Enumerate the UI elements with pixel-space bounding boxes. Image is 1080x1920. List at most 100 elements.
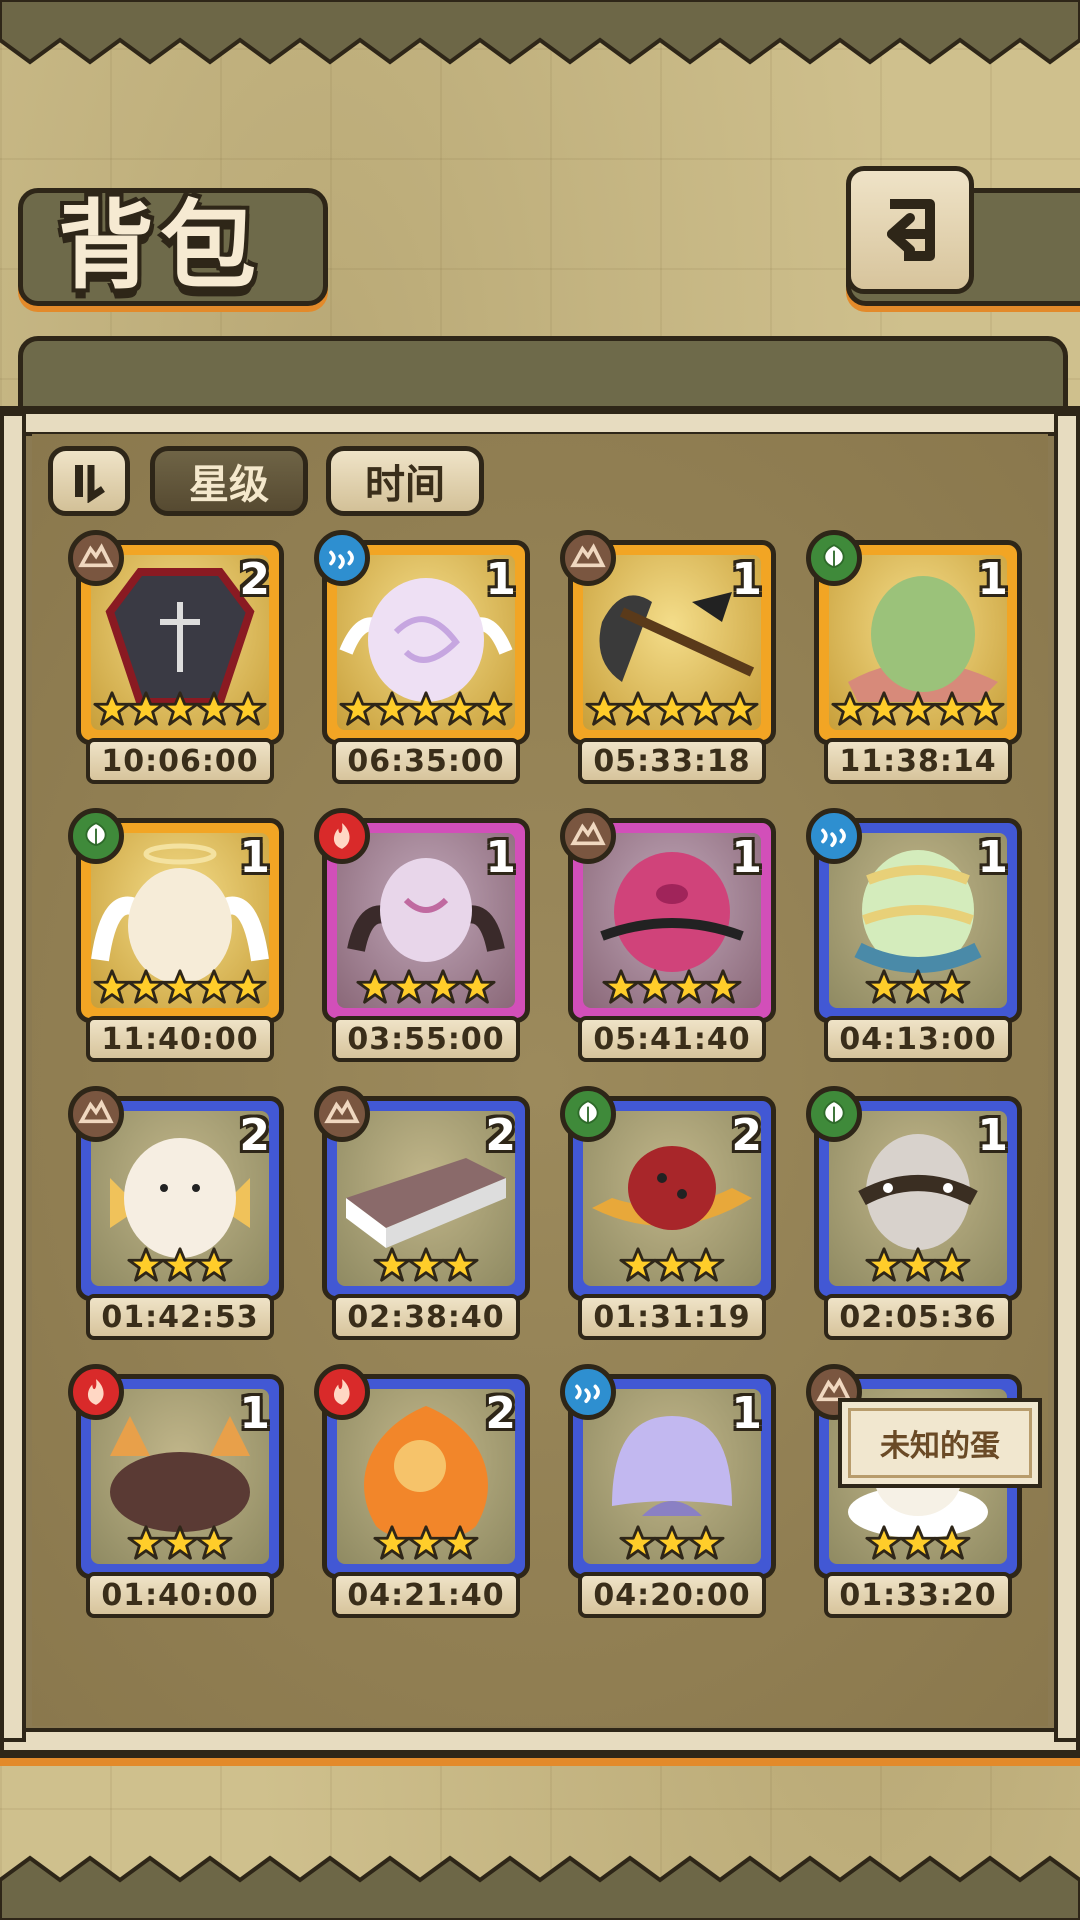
star-icon — [458, 969, 496, 1004]
star-icon — [899, 691, 937, 726]
star-icon — [93, 691, 131, 726]
inventory-item-card[interactable]: 1 11:38:14 — [806, 530, 1022, 784]
hatch-timer: 01:42:53 — [86, 1294, 274, 1340]
earth-element-icon — [68, 530, 124, 586]
panel-rail-top — [0, 410, 1080, 436]
hatch-timer: 02:05:36 — [824, 1294, 1012, 1340]
item-count: 1 — [731, 832, 762, 883]
star-rating — [76, 690, 284, 728]
star-icon — [229, 969, 267, 1004]
earth-element-icon — [68, 1086, 124, 1142]
star-icon — [424, 969, 462, 1004]
sort-order-button[interactable] — [48, 446, 130, 516]
star-icon — [721, 691, 759, 726]
hatch-timer: 04:21:40 — [332, 1572, 520, 1618]
star-icon — [127, 1525, 165, 1560]
panel-rail-right — [1054, 412, 1080, 1742]
water-element-icon — [560, 1364, 616, 1420]
star-icon — [602, 969, 640, 1004]
water-element-icon — [806, 808, 862, 864]
star-icon — [441, 691, 479, 726]
star-icon — [373, 1525, 411, 1560]
star-icon — [229, 691, 267, 726]
nature-element-icon — [68, 808, 124, 864]
star-rating — [76, 1524, 284, 1562]
star-icon — [127, 1247, 165, 1282]
star-rating — [76, 1246, 284, 1284]
star-icon — [93, 969, 131, 1004]
inventory-item-card[interactable]: 2 02:38:40 — [314, 1086, 530, 1340]
inventory-item-card[interactable]: 1 04:13:00 — [806, 808, 1022, 1062]
inventory-item-card[interactable]: 1 11:40:00 — [68, 808, 284, 1062]
star-icon — [407, 1525, 445, 1560]
inventory-item-card[interactable]: 1 01:40:00 — [68, 1364, 284, 1618]
inventory-item-card[interactable]: 1 03:55:00 — [314, 808, 530, 1062]
star-icon — [865, 1247, 903, 1282]
star-icon — [161, 691, 199, 726]
star-rating — [814, 1524, 1022, 1562]
star-icon — [933, 969, 971, 1004]
star-icon — [865, 969, 903, 1004]
fire-element-icon — [314, 808, 370, 864]
panel-rail-bottom — [0, 1728, 1080, 1754]
item-count: 2 — [239, 554, 270, 605]
star-icon — [865, 691, 903, 726]
star-icon — [339, 691, 377, 726]
star-rating — [568, 1246, 776, 1284]
tab-star-level[interactable]: 星级 — [150, 446, 308, 516]
back-button[interactable] — [846, 166, 974, 294]
star-icon — [619, 1525, 657, 1560]
inventory-item-card[interactable]: 1 05:33:18 — [560, 530, 776, 784]
star-rating — [322, 1524, 530, 1562]
hatch-timer: 01:31:19 — [578, 1294, 766, 1340]
star-icon — [653, 1525, 691, 1560]
star-icon — [195, 1247, 233, 1282]
star-rating — [568, 690, 776, 728]
fire-element-icon — [68, 1364, 124, 1420]
star-icon — [933, 1525, 971, 1560]
inventory-item-card[interactable]: 1 04:20:00 — [560, 1364, 776, 1618]
star-icon — [441, 1247, 479, 1282]
star-icon — [127, 969, 165, 1004]
item-count: 1 — [485, 554, 516, 605]
hatch-timer: 02:38:40 — [332, 1294, 520, 1340]
inventory-item-card[interactable]: 1 05:41:40 — [560, 808, 776, 1062]
hatch-timer: 01:40:00 — [86, 1572, 274, 1618]
sort-toggle-icon — [75, 465, 105, 503]
star-icon — [161, 969, 199, 1004]
inventory-item-card[interactable]: 1 02:05:36 — [806, 1086, 1022, 1340]
star-icon — [390, 969, 428, 1004]
item-count: 2 — [731, 1110, 762, 1161]
item-count: 1 — [731, 554, 762, 605]
star-rating — [322, 968, 530, 1006]
star-icon — [407, 1247, 445, 1282]
star-icon — [356, 969, 394, 1004]
inventory-item-card[interactable]: 2 04:21:40 — [314, 1364, 530, 1618]
star-icon — [933, 1247, 971, 1282]
nature-element-icon — [806, 1086, 862, 1142]
star-icon — [687, 1525, 725, 1560]
inventory-item-card[interactable]: 2 10:06:00 — [68, 530, 284, 784]
inventory-item-card[interactable]: 2 01:31:19 — [560, 1086, 776, 1340]
star-icon — [899, 1247, 937, 1282]
inventory-item-card[interactable]: 1 06:35:00 — [314, 530, 530, 784]
star-rating — [322, 690, 530, 728]
star-icon — [127, 691, 165, 726]
star-icon — [373, 691, 411, 726]
hatch-timer: 11:40:00 — [86, 1016, 274, 1062]
star-icon — [161, 1247, 199, 1282]
item-count: 1 — [239, 832, 270, 883]
inventory-item-card[interactable]: 2 01:42:53 — [68, 1086, 284, 1340]
hatch-timer: 06:35:00 — [332, 738, 520, 784]
tab-time[interactable]: 时间 — [326, 446, 484, 516]
item-count: 2 — [485, 1388, 516, 1439]
star-icon — [195, 969, 233, 1004]
star-rating — [322, 1246, 530, 1284]
star-icon — [585, 691, 623, 726]
star-icon — [195, 1525, 233, 1560]
star-icon — [619, 1247, 657, 1282]
star-rating — [814, 1246, 1022, 1284]
earth-element-icon — [560, 808, 616, 864]
hatch-timer: 05:41:40 — [578, 1016, 766, 1062]
star-icon — [475, 691, 513, 726]
